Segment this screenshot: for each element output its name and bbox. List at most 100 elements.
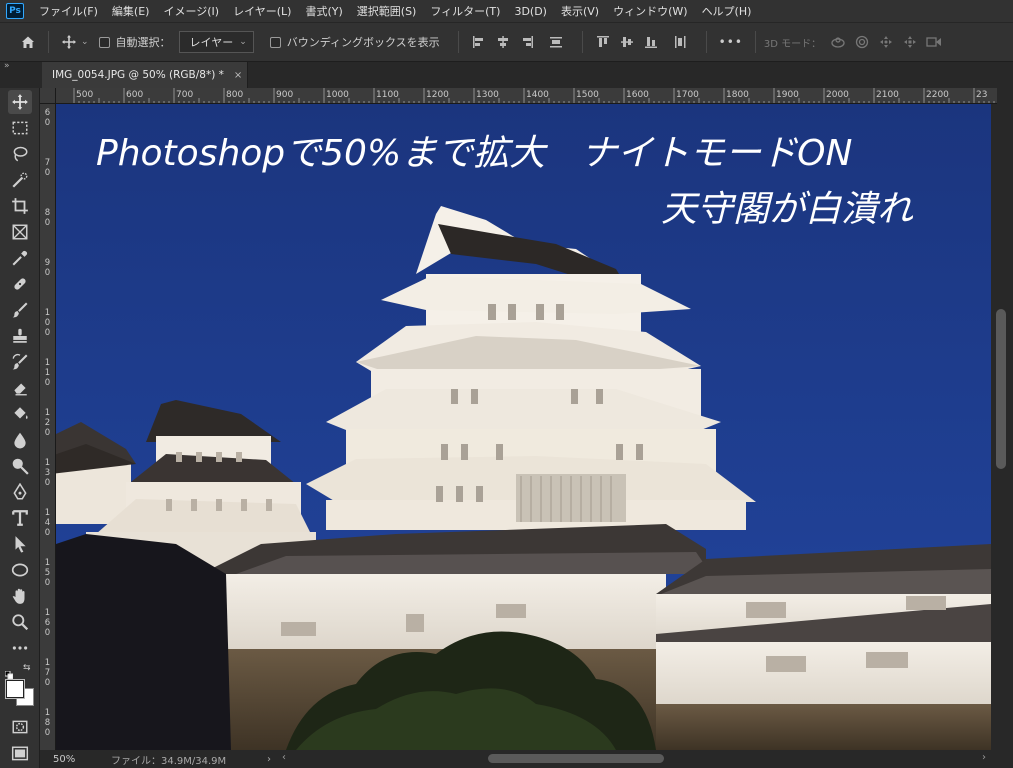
separator	[581, 31, 583, 53]
menu-filter[interactable]: フィルター(T)	[423, 3, 507, 19]
stone-base-right	[656, 704, 991, 750]
blur-icon[interactable]	[8, 428, 32, 452]
photoshop-window: Ps ファイル(F) 編集(E) イメージ(I) レイヤー(L) 書式(Y) 選…	[0, 0, 1013, 768]
menu-layer[interactable]: レイヤー(L)	[226, 3, 298, 19]
horizontal-ruler[interactable]: 500 600 700 800 900 1000 1100 1200 1300 1400 1500 1…	[56, 88, 997, 104]
chevron-down-icon: ⌄	[239, 37, 247, 47]
tools-panel: ⇆	[0, 88, 40, 768]
panel-collapse-toggle[interactable]: »	[0, 62, 42, 72]
vertical-scrollbar[interactable]	[991, 104, 1013, 750]
screen-mode-icon[interactable]	[8, 742, 32, 766]
menu-window[interactable]: ウィンドウ(W)	[606, 3, 694, 19]
frame-tool-icon[interactable]	[8, 220, 32, 244]
move-tool-preset-icon[interactable]	[57, 30, 81, 54]
options-bar: ⌄ 自動選択： レイヤー ⌄ バウンディングボックスを表示 ••• 3D モード…	[0, 22, 1013, 62]
ruler-origin[interactable]	[40, 88, 56, 104]
ruler-label: 160	[44, 608, 51, 638]
rectangular-marquee-icon[interactable]	[8, 116, 32, 140]
ruler-label: 900	[276, 90, 294, 100]
eraser-icon[interactable]	[8, 376, 32, 400]
healing-brush-icon[interactable]	[8, 272, 32, 296]
ellipse-tool-icon[interactable]	[8, 558, 32, 582]
chevron-down-icon[interactable]: ⌄	[81, 37, 89, 47]
paint-bucket-icon[interactable]	[8, 402, 32, 426]
horizontal-scroll-thumb[interactable]	[488, 754, 664, 763]
document-tab[interactable]: IMG_0054.JPG @ 50% (RGB/8*) * ×	[42, 62, 248, 88]
eyedropper-icon[interactable]	[8, 246, 32, 270]
menu-view[interactable]: 表示(V)	[554, 3, 606, 19]
bounding-box-label: バウンディングボックスを表示	[286, 36, 440, 49]
separator	[705, 31, 707, 53]
ruler-label: 110	[44, 358, 51, 388]
horizontal-scrollbar[interactable]	[280, 750, 991, 768]
document-canvas[interactable]: Photoshopで50%まで拡大 ナイトモードON 天守閣が白潰れ	[56, 104, 991, 750]
ruler-label: 1300	[476, 90, 499, 100]
ruler-label: 2200	[926, 90, 949, 100]
quick-selection-icon[interactable]	[8, 168, 32, 192]
zoom-tool-icon[interactable]	[8, 610, 32, 634]
3d-pan-icon[interactable]	[877, 33, 895, 51]
menu-select[interactable]: 選択範囲(S)	[350, 3, 424, 19]
align-right-icon[interactable]	[518, 33, 536, 51]
3d-orbit-icon[interactable]	[829, 33, 847, 51]
clone-stamp-icon[interactable]	[8, 324, 32, 348]
3d-roll-icon[interactable]	[853, 33, 871, 51]
auto-select-label: 自動選択：	[115, 36, 171, 49]
menu-image[interactable]: イメージ(I)	[156, 3, 226, 19]
ruler-label: 1200	[426, 90, 449, 100]
align-horizontal-center-icon[interactable]	[494, 33, 512, 51]
ruler-label: 800	[226, 90, 244, 100]
3d-scale-icon[interactable]	[925, 33, 943, 51]
vertical-ruler[interactable]: 60 70 80 90 100 110 120 130 140 150 160 170 180	[40, 104, 56, 750]
align-vertical-center-icon[interactable]	[618, 33, 636, 51]
zoom-level-field[interactable]: 50%	[53, 754, 111, 765]
bounding-box-checkbox[interactable]	[269, 36, 281, 48]
scroll-left-arrow-icon[interactable]: ‹	[282, 752, 286, 763]
ruler-label: 150	[44, 558, 51, 588]
auto-select-checkbox[interactable]	[98, 36, 110, 48]
type-tool-icon[interactable]	[8, 506, 32, 530]
align-left-icon[interactable]	[470, 33, 488, 51]
status-menu-arrow-icon[interactable]: ›	[267, 754, 271, 765]
lasso-icon[interactable]	[8, 142, 32, 166]
ruler-label: 100	[44, 308, 51, 338]
edit-toolbar-icon[interactable]	[8, 636, 32, 660]
menu-edit[interactable]: 編集(E)	[105, 3, 157, 19]
path-selection-icon[interactable]	[8, 532, 32, 556]
history-brush-icon[interactable]	[8, 350, 32, 374]
document-info-text: ファイル：34.9M/34.9M	[111, 755, 227, 767]
ruler-label: 60	[44, 108, 51, 128]
distribute-horizontal-icon[interactable]	[547, 33, 565, 51]
align-bottom-icon[interactable]	[642, 33, 660, 51]
dodge-icon[interactable]	[8, 454, 32, 478]
3d-slide-icon[interactable]	[901, 33, 919, 51]
menu-type[interactable]: 書式(Y)	[298, 3, 349, 19]
align-top-icon[interactable]	[594, 33, 612, 51]
separator	[754, 31, 756, 53]
menu-file[interactable]: ファイル(F)	[32, 3, 105, 19]
hand-tool-icon[interactable]	[8, 584, 32, 608]
crop-icon[interactable]	[8, 194, 32, 218]
default-colors-icon[interactable]	[4, 664, 14, 680]
distribute-vertical-icon[interactable]	[671, 33, 689, 51]
ruler-label: 1400	[526, 90, 549, 100]
menu-help[interactable]: ヘルプ(H)	[695, 3, 759, 19]
ruler-label: 130	[44, 458, 51, 488]
separator	[457, 31, 459, 53]
brush-icon[interactable]	[8, 298, 32, 322]
pen-icon[interactable]	[8, 480, 32, 504]
ruler-label: 1500	[576, 90, 599, 100]
ruler-label: 1100	[376, 90, 399, 100]
scroll-right-arrow-icon[interactable]: ›	[982, 752, 986, 763]
ruler-label: 120	[44, 408, 51, 438]
auto-select-target-dropdown[interactable]: レイヤー ⌄	[178, 31, 254, 53]
home-icon[interactable]	[16, 30, 40, 54]
close-icon[interactable]: ×	[234, 70, 242, 81]
menu-3d[interactable]: 3D(D)	[507, 5, 554, 18]
vertical-scroll-thumb[interactable]	[996, 309, 1006, 469]
foreground-color-swatch[interactable]	[6, 680, 24, 698]
swap-colors-icon[interactable]: ⇆	[23, 663, 31, 673]
quick-mask-icon[interactable]	[8, 715, 32, 739]
more-options-button[interactable]: •••	[719, 35, 743, 49]
move-tool-icon[interactable]	[8, 90, 32, 114]
